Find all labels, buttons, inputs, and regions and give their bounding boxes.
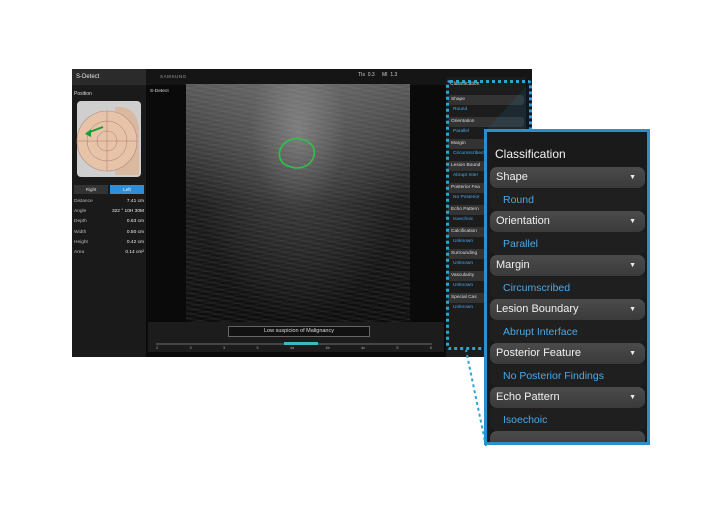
next-category-dropdown[interactable] [490, 431, 645, 442]
lesion-boundary-value: Abrupt Interface [490, 320, 645, 343]
margin-value: Circumscribed [490, 276, 645, 299]
caret-down-icon: ▼ [629, 174, 636, 181]
shape-value: Round [490, 188, 645, 211]
lesion-boundary-dropdown[interactable]: Lesion Boundary ▼ [490, 299, 645, 320]
orientation-value: Parallel [490, 232, 645, 255]
echo-pattern-value: Isoechoic [490, 408, 645, 431]
classification-zoom-panel: Classification Shape ▼ Round Orientation ▼… [484, 129, 650, 445]
posterior-feature-dropdown[interactable]: Posterior Feature ▼ [490, 343, 645, 364]
margin-dropdown[interactable]: Margin ▼ [490, 255, 645, 276]
orientation-dropdown[interactable]: Orientation ▼ [490, 211, 645, 232]
shape-dropdown[interactable]: Shape ▼ [490, 167, 645, 188]
caret-down-icon: ▼ [629, 306, 636, 313]
caret-down-icon: ▼ [629, 350, 636, 357]
caret-down-icon: ▼ [629, 394, 636, 401]
caret-down-icon: ▼ [629, 262, 636, 269]
caret-down-icon: ▼ [629, 218, 636, 225]
zoom-title: Classification [495, 147, 566, 161]
posterior-feature-value: No Posterior Findings [490, 364, 645, 387]
zoom-list: Shape ▼ Round Orientation ▼ Parallel Margi… [487, 167, 647, 442]
echo-pattern-dropdown[interactable]: Echo Pattern ▼ [490, 387, 645, 408]
